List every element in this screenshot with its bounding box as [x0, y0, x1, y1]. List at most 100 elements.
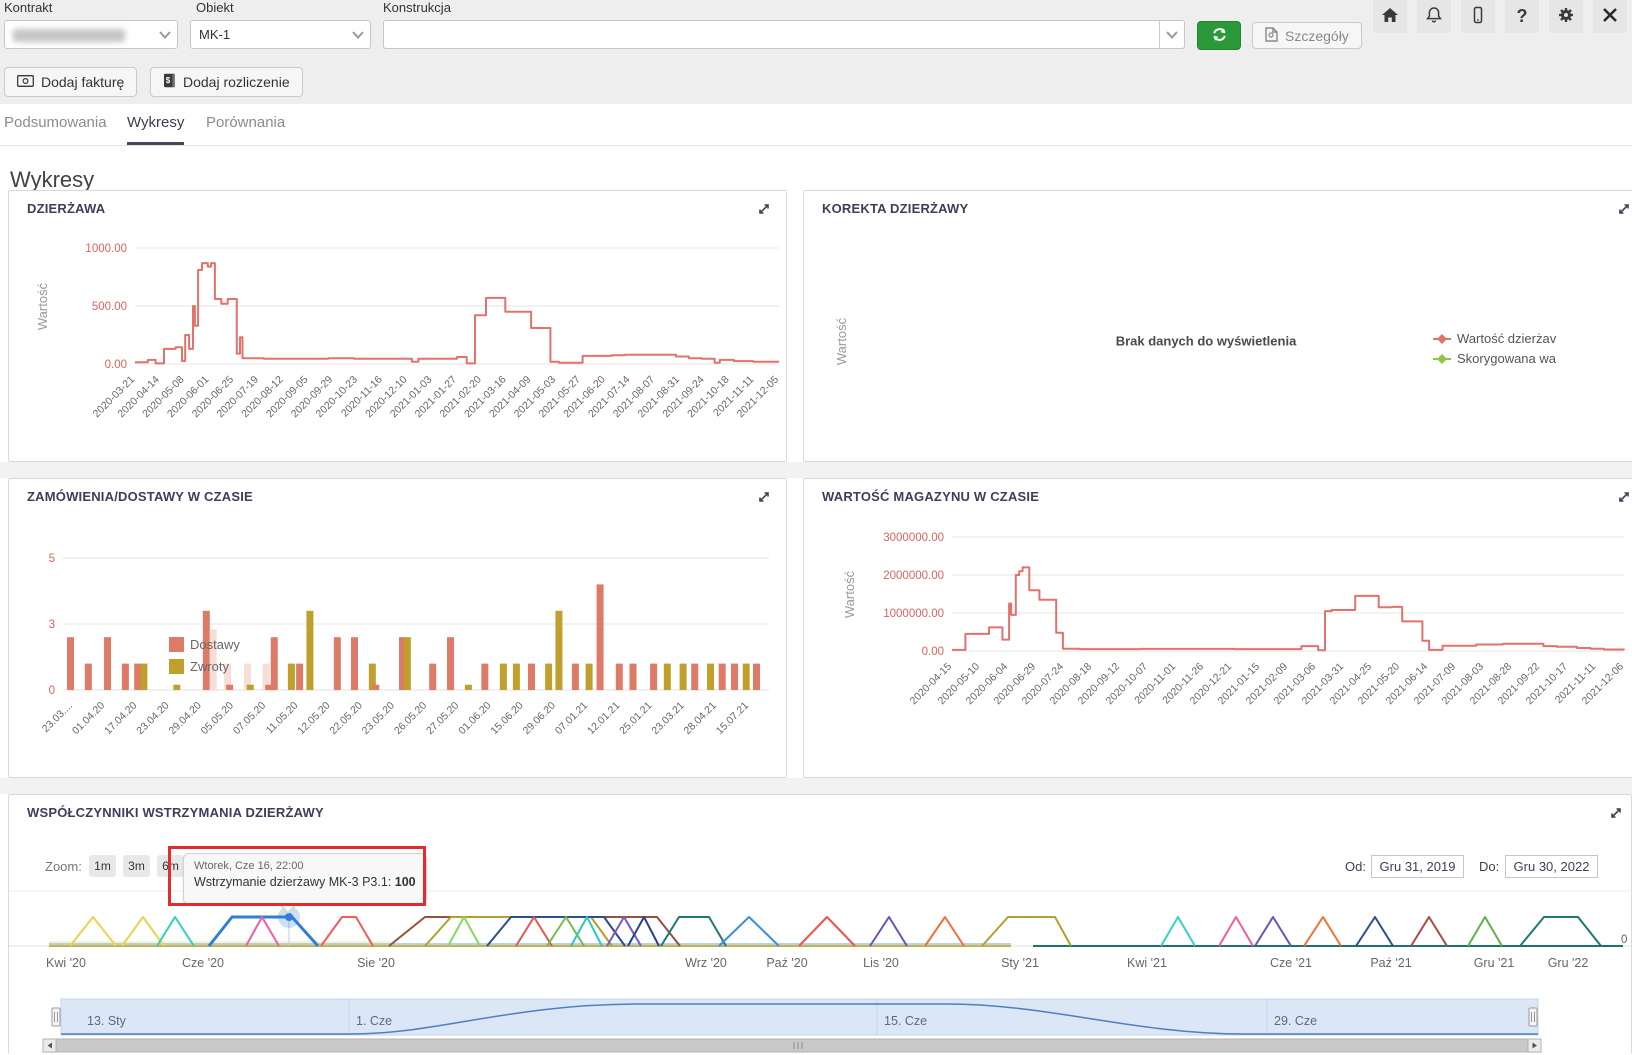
bar: [271, 637, 278, 690]
tab-wykresy[interactable]: Wykresy: [127, 114, 184, 131]
bar: [134, 664, 141, 690]
bell-icon: [1425, 6, 1443, 27]
tab-podsumowania[interactable]: Podsumowania: [4, 114, 107, 131]
legend-item[interactable]: Skorygowana wa: [1433, 351, 1556, 366]
x-tick-label: Kwi '20: [46, 956, 86, 970]
x-tick-label: 15.07.21: [714, 700, 751, 737]
expand-icon[interactable]: [1616, 201, 1632, 219]
series-line: [135, 263, 779, 363]
add-settlement-button[interactable]: $ Dodaj rozliczenie: [150, 67, 303, 97]
range-from-label: Od:: [1345, 859, 1366, 874]
x-tick-label: 07.05.20: [231, 700, 268, 737]
x-tick-label: 22.05.20: [327, 700, 364, 737]
bar: [226, 685, 233, 690]
refresh-button[interactable]: [1197, 21, 1241, 50]
series-line: [952, 567, 1624, 650]
scrollbar-track[interactable]: [43, 1039, 1541, 1052]
zoom-1m-button[interactable]: 1m: [89, 855, 116, 877]
x-tick-label: 25.01.21: [617, 700, 654, 737]
x-tick-label: Sie '20: [357, 956, 395, 970]
bar: [465, 685, 472, 690]
bar: [680, 664, 687, 690]
bar: [500, 664, 507, 690]
bar: [247, 685, 254, 690]
zoom-3m-button[interactable]: 3m: [123, 855, 150, 877]
x-tick-label: 27.05.20: [424, 700, 461, 737]
y-tick-label: 5: [49, 553, 55, 565]
bar: [513, 664, 520, 690]
x-tick-label: 23.03.21: [649, 700, 686, 737]
x-tick-label: Gru '21: [1474, 956, 1515, 970]
legend-item[interactable]: Wartość dzierżav: [1433, 331, 1556, 346]
bar: [586, 664, 593, 690]
x-tick-label: Sty '21: [1001, 956, 1039, 970]
x-tick-label: Paź '20: [766, 956, 807, 970]
kontrakt-select[interactable]: [4, 20, 178, 49]
bar: [545, 664, 552, 690]
document-icon: [1265, 27, 1278, 45]
series-pulse: [1304, 917, 1341, 946]
gear-icon: [1557, 6, 1575, 27]
navigator-label: 29. Cze: [1274, 1014, 1317, 1028]
panel-korekta: KOREKTA DZIERŻAWY Wartość Brak danych do…: [803, 190, 1632, 462]
bar: [650, 664, 657, 690]
help-button[interactable]: ?: [1505, 0, 1539, 33]
legend-swatch-zwroty: [169, 659, 184, 674]
close-icon: [1602, 7, 1618, 26]
bar: [731, 664, 738, 690]
home-icon: [1381, 6, 1399, 27]
x-tick-label: 15.06.20: [488, 700, 525, 737]
x-tick-label: Cze '21: [1270, 956, 1312, 970]
x-tick-label: Wrz '20: [685, 956, 727, 970]
details-button[interactable]: Szczegóły: [1252, 22, 1362, 49]
tab-porownania[interactable]: Porównania: [206, 114, 285, 131]
bar: [404, 637, 411, 690]
navigator-handle[interactable]: [1529, 1008, 1537, 1026]
legend-item[interactable]: Dostawy: [169, 637, 240, 652]
series-pulse: [1411, 917, 1447, 946]
bar: [528, 664, 535, 690]
dzierzawa-chart: 1000.00500.000.002020-03-212020-04-14202…: [9, 191, 788, 463]
series-pulse: [1161, 917, 1195, 946]
series-pulse: [661, 917, 726, 946]
y-tick-label: 2000000.00: [883, 570, 944, 582]
bar: [85, 664, 92, 690]
chart-tooltip: Wtorek, Cze 16, 22:00 Wstrzymanie dzierż…: [183, 853, 427, 905]
series-pulse: [982, 917, 1071, 946]
bar: [555, 611, 562, 690]
home-button[interactable]: [1373, 0, 1407, 33]
x-tick-label: Paź '21: [1370, 956, 1411, 970]
settings-button[interactable]: [1549, 0, 1583, 33]
bar: [743, 664, 750, 690]
konstrukcja-label: Konstrukcja: [383, 0, 451, 15]
range-to-input[interactable]: [1505, 855, 1598, 878]
close-button[interactable]: [1593, 0, 1627, 33]
x-tick-label: 26.05.20: [392, 700, 429, 737]
zoom-6m-button[interactable]: 6m: [157, 855, 184, 877]
y-tick-label: 0.00: [922, 646, 944, 658]
navigator-handle[interactable]: [52, 1008, 60, 1026]
mobile-button[interactable]: [1461, 0, 1495, 33]
add-invoice-button[interactable]: Dodaj fakturę: [4, 67, 137, 97]
x-tick-label: Gru '22: [1548, 956, 1589, 970]
x-tick-label: 23.05.20: [360, 700, 397, 737]
series-pulse: [870, 917, 907, 946]
x-tick-label: 12.01.21: [585, 700, 622, 737]
bar: [296, 664, 303, 690]
magazyn-chart: 3000000.002000000.001000000.000.002020-0…: [804, 479, 1632, 779]
hover-marker: [285, 913, 293, 921]
tooltip-time: Wtorek, Cze 16, 22:00: [194, 860, 416, 872]
bar: [140, 664, 147, 690]
x-tick-label: 23.04.20: [134, 700, 171, 737]
obiekt-select[interactable]: MK-1: [190, 20, 371, 49]
bar: [572, 664, 579, 690]
legend-item[interactable]: Zwroty: [169, 659, 229, 674]
x-tick-label: 01.04.20: [70, 700, 107, 737]
notifications-button[interactable]: [1417, 0, 1451, 33]
zoom-label: Zoom:: [45, 859, 82, 874]
x-tick-label: Kwi '21: [1127, 956, 1167, 970]
range-from-input[interactable]: [1371, 855, 1464, 878]
x-tick-label: 11.05.20: [264, 700, 301, 737]
konstrukcja-select[interactable]: [383, 20, 1185, 49]
kontrakt-redacted-value: [13, 29, 125, 42]
